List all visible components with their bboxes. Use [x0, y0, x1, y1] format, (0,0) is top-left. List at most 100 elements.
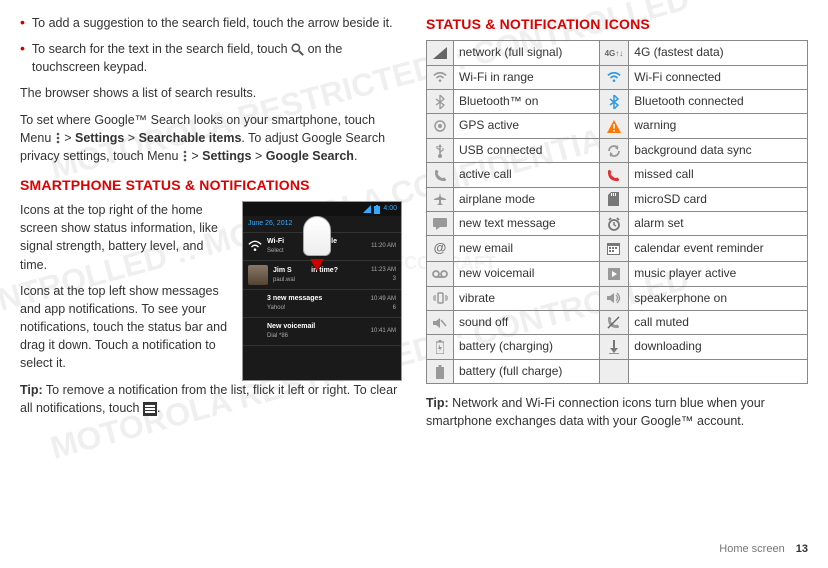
right-column: STATUS & NOTIFICATION ICONS network (ful… — [426, 14, 808, 438]
email-icon: @ — [434, 240, 447, 255]
table-row: new text message alarm set — [427, 212, 808, 236]
table-row: battery (charging) downloading — [427, 335, 808, 359]
phone-statusbar: 4:00 — [243, 202, 401, 216]
avatar — [248, 265, 268, 285]
bullet-item: • To add a suggestion to the search fiel… — [20, 14, 402, 32]
cell: alarm set — [629, 212, 808, 236]
table-row: @ new email calendar event reminder — [427, 236, 808, 262]
table-row: active call missed call — [427, 163, 808, 187]
table-row: sound off call muted — [427, 311, 808, 335]
clear-icon — [143, 402, 157, 416]
tip-paragraph: Tip: To remove a notification from the l… — [20, 381, 402, 417]
play-icon — [608, 268, 620, 280]
page-number: 13 — [796, 543, 808, 555]
gps-icon — [433, 119, 447, 133]
bluetooth-icon — [435, 95, 445, 109]
notification-row: New voicemailDial *86 10:41 AM — [243, 318, 401, 346]
table-row: battery (full charge) — [427, 359, 808, 383]
call-icon — [434, 169, 447, 182]
battery-icon — [374, 205, 380, 214]
table-row: Wi-Fi in range Wi-Fi connected — [427, 65, 808, 89]
cell: USB connected — [454, 138, 600, 162]
cell: active call — [454, 163, 600, 187]
paragraph: The browser shows a list of search resul… — [20, 84, 402, 102]
cell: airplane mode — [454, 187, 600, 211]
download-icon — [608, 340, 620, 354]
cell: battery (full charge) — [454, 359, 600, 383]
voicemail-icon — [432, 269, 448, 279]
cell: Bluetooth connected — [629, 90, 808, 114]
cell — [629, 359, 808, 383]
menu-icon — [55, 132, 61, 144]
alarm-icon — [607, 217, 621, 231]
message-icon — [433, 218, 447, 230]
bullet-item: • To search for the text in the search f… — [20, 40, 402, 76]
cell: battery (charging) — [454, 335, 600, 359]
drag-gesture-icon — [303, 216, 331, 286]
table-row: Bluetooth™ on Bluetooth connected — [427, 90, 808, 114]
cell: new voicemail — [454, 262, 600, 286]
missed-call-icon — [607, 169, 620, 182]
usb-icon — [435, 144, 445, 158]
cell: speakerphone on — [629, 286, 808, 310]
cell: new text message — [454, 212, 600, 236]
tip-paragraph: Tip: Network and Wi-Fi connection icons … — [426, 394, 808, 430]
cell: new email — [454, 236, 600, 262]
search-icon — [291, 43, 304, 56]
wifi-outline-icon — [433, 72, 447, 84]
4g-icon: 4G↑↓ — [605, 49, 624, 58]
battery-full-icon — [436, 365, 444, 379]
signal-icon — [433, 47, 447, 59]
sd-card-icon — [608, 192, 619, 206]
paragraph: Icons at the top right of the home scree… — [20, 201, 232, 274]
cell: Wi-Fi connected — [629, 65, 808, 89]
cell: call muted — [629, 311, 808, 335]
table-row: GPS active warning — [427, 114, 808, 138]
table-row: new voicemail music player active — [427, 262, 808, 286]
battery-charging-icon — [436, 340, 444, 354]
bluetooth-connected-icon — [609, 95, 619, 109]
cell: calendar event reminder — [629, 236, 808, 262]
bullet-dot: • — [20, 40, 25, 76]
section-heading: STATUS & NOTIFICATION ICONS — [426, 14, 808, 34]
section-heading: SMARTPHONE STATUS & NOTIFICATIONS — [20, 175, 402, 195]
page-footer: Home screen 13 — [719, 542, 808, 558]
call-muted-icon — [607, 316, 620, 329]
wifi-icon — [248, 240, 262, 254]
sync-icon — [607, 144, 621, 158]
signal-icon — [363, 205, 371, 213]
speakerphone-icon — [607, 292, 621, 304]
table-row: network (full signal) 4G↑↓ 4G (fastest d… — [427, 41, 808, 65]
bullet-text: To add a suggestion to the search field,… — [32, 14, 402, 32]
cell: microSD card — [629, 187, 808, 211]
cell: music player active — [629, 262, 808, 286]
table-row: airplane mode microSD card — [427, 187, 808, 211]
table-row: USB connected background data sync — [427, 138, 808, 162]
footer-section: Home screen — [719, 543, 784, 555]
menu-icon — [182, 150, 188, 162]
cell: downloading — [629, 335, 808, 359]
bullet-dot: • — [20, 14, 25, 32]
notification-row: 3 new messagesYahoo! 10:49 AM6 — [243, 290, 401, 318]
cell: Wi-Fi in range — [454, 65, 600, 89]
cell: vibrate — [454, 286, 600, 310]
calendar-icon — [607, 242, 620, 255]
wifi-icon — [607, 72, 621, 84]
paragraph: To set where Google™ Search looks on you… — [20, 111, 402, 165]
bullet-text: To search for the text in the search fie… — [32, 40, 402, 76]
phone-clock: 4:00 — [383, 204, 397, 214]
paragraph: Icons at the top left show messages and … — [20, 282, 232, 373]
airplane-icon — [433, 192, 447, 206]
sound-off-icon — [433, 317, 447, 329]
cell: background data sync — [629, 138, 808, 162]
cell: Bluetooth™ on — [454, 90, 600, 114]
cell: network (full signal) — [454, 41, 600, 65]
vibrate-icon — [433, 292, 448, 304]
cell: missed call — [629, 163, 808, 187]
table-row: vibrate speakerphone on — [427, 286, 808, 310]
phone-screenshot: 4:00 June 26, 2012 Wi-Fi availableSelect… — [242, 201, 402, 381]
warning-icon — [607, 120, 621, 133]
status-icons-table: network (full signal) 4G↑↓ 4G (fastest d… — [426, 40, 808, 384]
left-column: • To add a suggestion to the search fiel… — [20, 14, 402, 438]
cell: GPS active — [454, 114, 600, 138]
